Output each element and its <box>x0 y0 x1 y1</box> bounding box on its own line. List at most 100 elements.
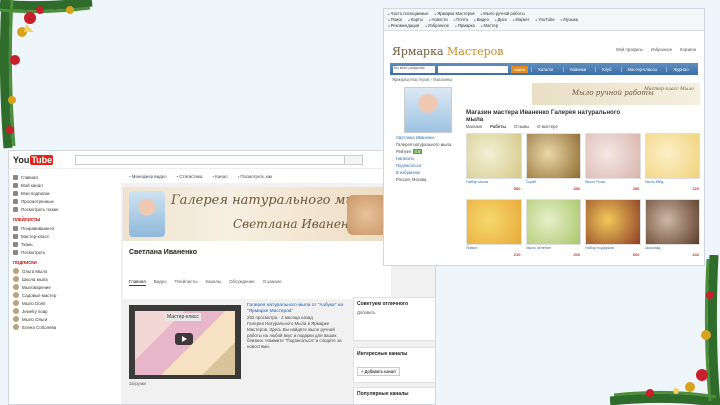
product-image[interactable] <box>644 133 700 179</box>
product-image[interactable] <box>525 133 581 179</box>
bookmark-item[interactable]: Избранное <box>425 23 449 28</box>
bookmark-item[interactable]: Мастер <box>481 23 499 28</box>
subscription-item[interactable]: Jewelry soap <box>11 307 79 315</box>
bookmark-item[interactable]: Диск <box>495 17 507 22</box>
product-image[interactable] <box>585 133 641 179</box>
recommend-text[interactable]: Добавить <box>354 310 435 318</box>
youtube-logo[interactable]: You Tube <box>13 154 54 165</box>
product-card[interactable]: Скраб 380 <box>525 133 582 195</box>
product-card[interactable]: Набор подарков 600 <box>585 199 641 261</box>
nav-tab[interactable]: Клуб <box>595 66 617 72</box>
breadcrumb[interactable]: Ярмарка Мастеров › Магазины <box>392 77 452 82</box>
product-caption[interactable]: Шоколад <box>645 246 701 250</box>
product-image[interactable] <box>466 133 522 179</box>
channel-info: Светлана Иваненко Главная Видео Плейлист… <box>123 241 391 299</box>
product-caption[interactable]: Мыло Мёд <box>645 180 701 184</box>
search-category-select[interactable]: Во всех разделах <box>393 65 435 73</box>
video-title[interactable]: Галерея натурального мыла от "Азбука" на… <box>247 303 345 315</box>
search-button[interactable] <box>345 154 364 165</box>
product-caption[interactable]: Скраб <box>526 180 582 184</box>
product-card[interactable]: Мыло Мёд 220 <box>644 133 701 195</box>
bookmark-item[interactable]: Часто посещаемые <box>388 11 429 16</box>
bookmark-item[interactable]: Видео <box>474 17 489 22</box>
toolbar-link[interactable]: Канал <box>212 174 227 179</box>
header-link[interactable]: Мой профиль <box>616 47 643 52</box>
tab-about[interactable]: О канале <box>263 279 282 286</box>
tab-home[interactable]: Главная <box>129 279 146 286</box>
subscription-item[interactable]: Мыловарение <box>11 283 79 291</box>
tab-videos[interactable]: Видео <box>154 279 167 286</box>
sidebar-item[interactable]: Ткань <box>11 240 79 248</box>
subscription-item[interactable]: Мыло Ольги <box>11 315 79 323</box>
bookmark-item[interactable]: Поиск <box>388 17 403 22</box>
seller-link[interactable]: Подписаться <box>396 163 460 168</box>
product-caption[interactable]: Лимон <box>466 246 522 250</box>
subscription-item[interactable]: Елена Соболева <box>11 323 79 331</box>
sidebar-item[interactable]: Посмотреть <box>11 248 79 256</box>
bookmark-item[interactable]: Карты <box>408 17 423 22</box>
bookmark-item[interactable]: Мыло ручной работы <box>481 11 524 16</box>
sidebar-item[interactable]: Мои подписки <box>11 189 79 197</box>
product-caption[interactable]: Набор подарков <box>585 246 641 250</box>
shop-tab[interactable]: Отзывы <box>514 124 529 129</box>
shop-tab[interactable]: Работы <box>490 124 506 129</box>
sidebar-item[interactable]: Просмотренные <box>11 197 79 205</box>
header-link[interactable]: Избранное <box>651 47 672 52</box>
bookmark-item[interactable]: Новости <box>429 17 448 22</box>
product-image[interactable] <box>525 199 581 245</box>
sidebar-item[interactable]: Понравившиеся <box>11 224 79 232</box>
seller-link[interactable]: В избранное <box>396 170 460 175</box>
bookmark-item[interactable]: Маркет <box>513 17 529 22</box>
subscription-item[interactable]: Садовые мастер <box>11 291 79 299</box>
nav-tab[interactable]: Журнал <box>666 66 694 72</box>
bookmark-item[interactable]: Рекомендации <box>388 23 420 28</box>
toolbar-link[interactable]: Менеджер видео <box>129 174 167 179</box>
sidebar-item[interactable]: Главная <box>11 173 79 181</box>
sidebar-item[interactable]: Посмотреть позже <box>11 205 79 213</box>
tab-channels[interactable]: Каналы <box>206 279 222 286</box>
product-caption[interactable]: Набор мыла <box>466 180 522 184</box>
nav-tab[interactable]: Новинки <box>562 66 592 72</box>
bookmark-item[interactable]: YouTube <box>536 17 554 22</box>
search-input[interactable] <box>75 154 346 165</box>
toolbar-link[interactable]: Статистика <box>177 174 202 179</box>
seller-link[interactable]: Написать <box>396 156 460 161</box>
product-card[interactable]: Лимон 210 <box>466 199 522 261</box>
header-link[interactable]: Корзина <box>680 47 696 52</box>
site-search-button[interactable]: Найти <box>511 65 529 73</box>
tab-playlists[interactable]: Плейлисты <box>175 279 198 286</box>
bookmark-item[interactable]: Ярмарка <box>455 23 475 28</box>
product-card[interactable]: Мыло Розы 250 <box>585 133 641 195</box>
product-price: 240 <box>692 252 699 257</box>
bookmark-item[interactable]: Музыка <box>561 17 578 22</box>
product-caption[interactable]: Мыло зелёное <box>526 246 582 250</box>
subscription-item[interactable]: Ольга Мыло <box>11 267 79 275</box>
product-card[interactable]: Шоколад 240 <box>644 199 701 261</box>
sidebar-item[interactable]: Мой канал <box>11 181 79 189</box>
site-search-input[interactable] <box>438 65 508 73</box>
add-channel-button[interactable]: + Добавить канал <box>357 367 400 376</box>
bookmark-item[interactable]: Почта <box>454 17 468 22</box>
promo-banner[interactable]: Мыло ручной работы Мастер-класс Мыло <box>532 83 700 105</box>
nav-tab[interactable]: Каталог <box>531 66 559 72</box>
video-player[interactable]: Мастер-класс <box>129 305 241 379</box>
bookmark-item[interactable]: Ярмарка Мастеров <box>435 11 474 16</box>
site-logo[interactable]: Ярмарка Мастеров <box>392 45 503 58</box>
shop-tab[interactable]: Магазин <box>466 124 482 129</box>
tab-discussion[interactable]: Обсуждение <box>229 279 255 286</box>
nav-tab[interactable]: Мастер-классы <box>620 66 664 72</box>
product-caption[interactable]: Мыло Розы <box>585 180 641 184</box>
product-image[interactable] <box>644 199 700 245</box>
shop-tab[interactable]: О мастере <box>537 124 558 129</box>
subscription-item[interactable]: Школа мыла <box>11 275 79 283</box>
product-image[interactable] <box>585 199 641 245</box>
product-card[interactable]: Мыло зелёное 200 <box>525 199 582 261</box>
seller-avatar[interactable] <box>404 87 452 133</box>
subscription-item[interactable]: Мыло Domi <box>11 299 79 307</box>
sidebar-item[interactable]: Мастер-класс <box>11 232 79 240</box>
product-image[interactable] <box>466 199 522 245</box>
toolbar-link[interactable]: Посмотреть как <box>238 174 272 179</box>
seller-name[interactable]: Светлана Иваненко <box>396 135 460 140</box>
product-card[interactable]: Набор мыла 550 <box>466 133 522 195</box>
play-icon[interactable] <box>175 333 193 345</box>
